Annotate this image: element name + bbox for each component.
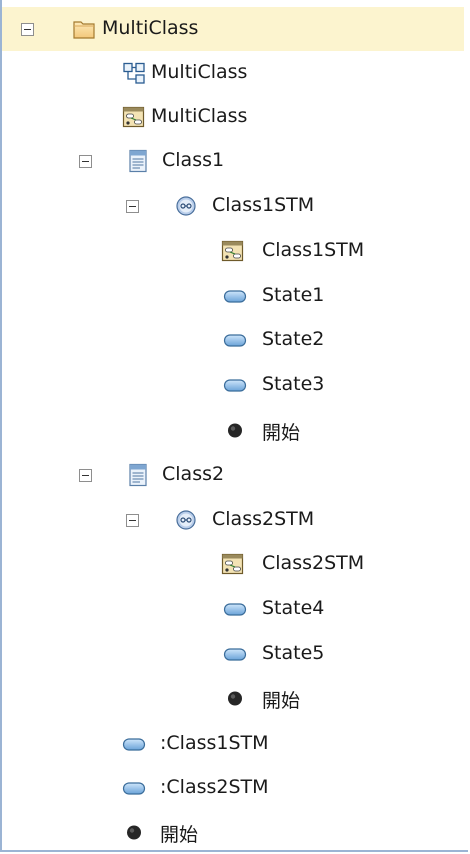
tree-item-label: Class2STM <box>212 508 315 530</box>
tree-item-label: :Class2STM <box>160 776 269 798</box>
tree-item-label: State1 <box>262 284 325 306</box>
state-icon <box>122 732 146 756</box>
tree-item-label: 開始 <box>262 422 301 444</box>
tree-item-label: 開始 <box>160 824 199 846</box>
tree-item-label: Class2 <box>162 463 225 485</box>
folder-icon <box>72 17 96 41</box>
state-icon <box>223 373 247 397</box>
collapse-toggle[interactable] <box>126 200 139 213</box>
state-diagram-icon <box>221 552 245 576</box>
state-icon <box>122 776 146 800</box>
collapse-toggle[interactable] <box>79 469 92 482</box>
class-icon <box>126 463 150 487</box>
initial-node-icon <box>223 686 247 710</box>
tree-item-label: MultiClass <box>151 61 248 83</box>
collapse-toggle[interactable] <box>126 514 139 527</box>
state-icon <box>223 284 247 308</box>
state-machine-icon <box>174 194 198 218</box>
state-diagram-icon <box>221 239 245 263</box>
tree-item-multiclass-package[interactable]: MultiClass <box>2 7 464 51</box>
tree-item-label: State3 <box>262 373 325 395</box>
collapse-toggle[interactable] <box>21 23 34 36</box>
tree-item-label: State4 <box>262 597 325 619</box>
tree-item-label: MultiClass <box>102 17 199 39</box>
initial-node-icon <box>122 820 146 844</box>
collapse-toggle[interactable] <box>79 155 92 168</box>
class-icon <box>126 149 150 173</box>
tree-item-label: MultiClass <box>151 105 248 127</box>
state-diagram-icon <box>122 105 146 129</box>
tree-item-label: Class1 <box>162 149 225 171</box>
initial-node-icon <box>223 418 247 442</box>
state-icon <box>223 642 247 666</box>
tree-item-label: :Class1STM <box>160 732 269 754</box>
tree-item-label: Class2STM <box>262 552 365 574</box>
class-diagram-icon <box>122 61 146 85</box>
state-icon <box>223 597 247 621</box>
project-browser-tree: MultiClass MultiClass MultiClass Class1 … <box>0 0 468 852</box>
tree-item-label: 開始 <box>262 690 301 712</box>
tree-item-label: Class1STM <box>262 239 365 261</box>
state-machine-icon <box>174 508 198 532</box>
state-icon <box>223 328 247 352</box>
tree-item-label: State2 <box>262 328 325 350</box>
tree-item-label: State5 <box>262 642 325 664</box>
tree-item-label: Class1STM <box>212 194 315 216</box>
